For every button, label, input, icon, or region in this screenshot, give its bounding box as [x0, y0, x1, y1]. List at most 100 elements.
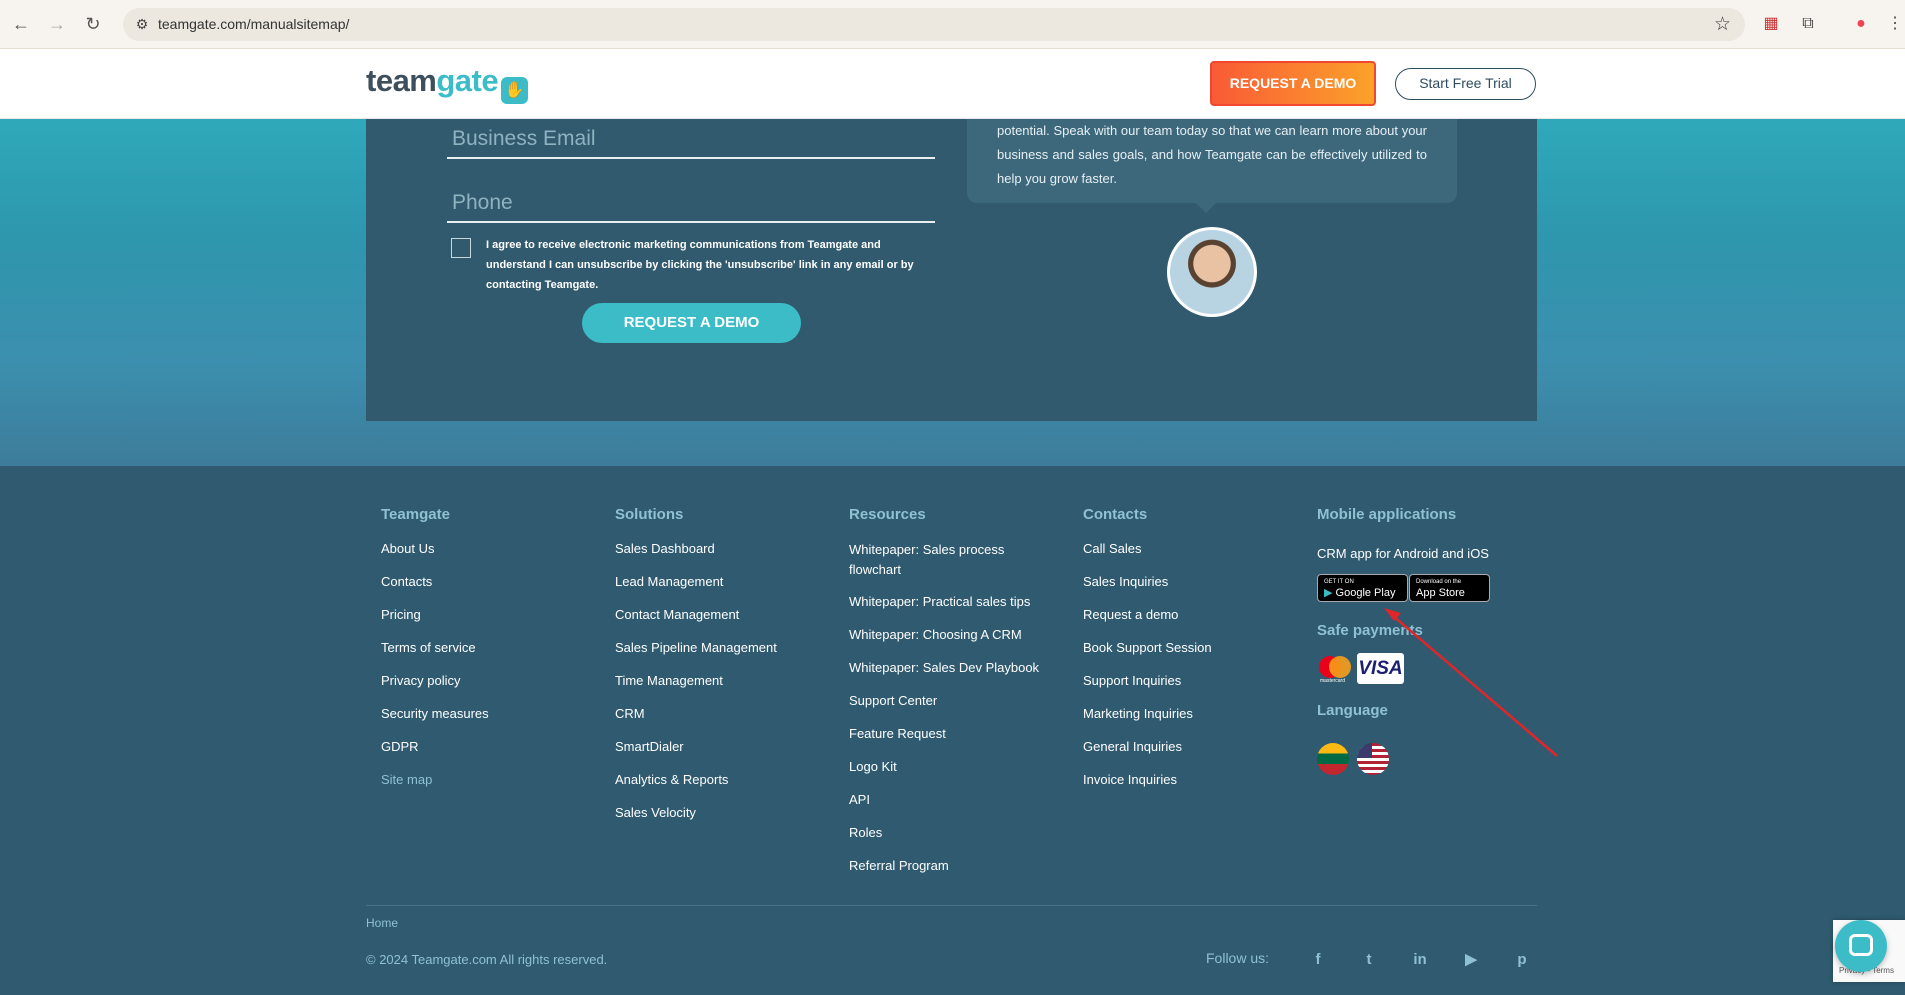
puzzle-icon[interactable]: ⧉ — [1797, 13, 1819, 35]
app-store-text: App Store — [1416, 587, 1465, 599]
business-email-input[interactable] — [447, 127, 935, 157]
payment-logos: mastercard VISA — [1317, 653, 1547, 684]
twitter-icon[interactable]: t — [1359, 950, 1379, 970]
footer-heading: Language — [1317, 702, 1388, 719]
logo-text-right: gate — [436, 63, 499, 98]
footer-column-mobile: Mobile applications CRM app for Android … — [1317, 506, 1547, 775]
footer-heading: Contacts — [1083, 506, 1148, 523]
footer-link-pipeline-management[interactable]: Sales Pipeline Management — [615, 639, 777, 656]
footer-link-crm[interactable]: CRM — [615, 705, 777, 722]
breadcrumb-home-link[interactable]: Home — [366, 916, 398, 930]
footer-link-time-management[interactable]: Time Management — [615, 672, 777, 689]
footer-link-sales-dashboard[interactable]: Sales Dashboard — [615, 540, 777, 557]
browser-toolbar: ← → ↻ ⚙ teamgate.com/manualsitemap/ ☆ ▦ … — [0, 0, 1905, 49]
footer-link-gdpr[interactable]: GDPR — [381, 738, 489, 755]
footer-link-marketing-inquiries[interactable]: Marketing Inquiries — [1083, 705, 1212, 722]
footer-column-resources: Resources Whitepaper: Sales process flow… — [849, 506, 1049, 890]
demo-section: I agree to receive electronic marketing … — [0, 119, 1905, 466]
footer-link-wp-playbook[interactable]: Whitepaper: Sales Dev Playbook — [849, 659, 1049, 676]
mastercard-icon: mastercard — [1317, 654, 1353, 684]
extension-icon[interactable]: ▦ — [1760, 13, 1782, 35]
footer-link-privacy[interactable]: Privacy policy — [381, 672, 489, 689]
footer-link-support-inquiries[interactable]: Support Inquiries — [1083, 672, 1212, 689]
footer-link-lead-management[interactable]: Lead Management — [615, 573, 777, 590]
footer-link-request-demo[interactable]: Request a demo — [1083, 606, 1212, 623]
speech-bubble: potential. Speak with our team today so … — [967, 119, 1457, 203]
footer-heading: Solutions — [615, 506, 684, 523]
footer-column-solutions: Solutions Sales Dashboard Lead Managemen… — [615, 506, 777, 837]
footer-heading: Resources — [849, 506, 926, 523]
footer-link-call-sales[interactable]: Call Sales — [1083, 540, 1212, 557]
footer-link-invoice-inquiries[interactable]: Invoice Inquiries — [1083, 771, 1212, 788]
phone-field — [447, 191, 935, 223]
forward-icon[interactable]: → — [46, 13, 68, 35]
start-free-trial-button[interactable]: Start Free Trial — [1395, 68, 1536, 100]
facebook-icon[interactable]: f — [1308, 950, 1328, 970]
mobile-apps-subtitle: CRM app for Android and iOS — [1317, 546, 1489, 561]
copyright-text: © 2024 Teamgate.com All rights reserved. — [366, 952, 608, 967]
footer-link-site-map[interactable]: Site map — [381, 771, 489, 788]
reload-icon[interactable]: ↻ — [82, 13, 104, 35]
footer-link-referral[interactable]: Referral Program — [849, 857, 1049, 874]
footer-link-smartdialer[interactable]: SmartDialer — [615, 738, 777, 755]
chat-launcher-button[interactable] — [1835, 920, 1887, 972]
footer-link-feature-request[interactable]: Feature Request — [849, 725, 1049, 742]
pinterest-icon[interactable]: p — [1512, 950, 1532, 970]
consent-checkbox[interactable] — [451, 238, 471, 258]
site-header: teamgate ✋ REQUEST A DEMO Start Free Tria… — [0, 49, 1905, 119]
footer-heading: Safe payments — [1317, 622, 1423, 639]
footer-link-sales-velocity[interactable]: Sales Velocity — [615, 804, 777, 821]
business-email-field — [447, 127, 935, 159]
footer-divider — [366, 905, 1537, 906]
language-flags — [1317, 743, 1547, 775]
footer-link-wp-crm[interactable]: Whitepaper: Choosing A CRM — [849, 626, 1049, 643]
footer-link-wp-tips[interactable]: Whitepaper: Practical sales tips — [849, 593, 1049, 610]
footer-link-contacts[interactable]: Contacts — [381, 573, 489, 590]
play-triangle-icon: ▶ — [1324, 587, 1333, 599]
request-demo-submit-button[interactable]: REQUEST A DEMO — [582, 303, 801, 343]
speech-bubble-tail — [1196, 203, 1216, 213]
lithuania-flag-icon[interactable] — [1317, 743, 1349, 775]
request-demo-header-button[interactable]: REQUEST A DEMO — [1210, 61, 1376, 106]
phone-input[interactable] — [447, 191, 935, 221]
sales-rep-avatar — [1167, 227, 1257, 317]
teamgate-logo[interactable]: teamgate ✋ — [366, 63, 529, 104]
demo-form-panel: I agree to receive electronic marketing … — [366, 119, 1537, 421]
footer-link-roles[interactable]: Roles — [849, 824, 1049, 841]
footer-heading: Teamgate — [381, 506, 450, 523]
linkedin-icon[interactable]: in — [1410, 950, 1430, 970]
logo-hand-icon: ✋ — [501, 77, 529, 104]
footer-link-sales-inquiries[interactable]: Sales Inquiries — [1083, 573, 1212, 590]
footer-link-api[interactable]: API — [849, 791, 1049, 808]
usa-flag-icon[interactable] — [1357, 743, 1389, 775]
bookmark-star-icon[interactable]: ☆ — [1714, 13, 1731, 36]
visa-icon: VISA — [1357, 653, 1404, 684]
back-icon[interactable]: ← — [10, 13, 32, 35]
footer-heading: Mobile applications — [1317, 506, 1457, 523]
footer-link-wp-flowchart[interactable]: Whitepaper: Sales process flowchart — [849, 540, 1049, 580]
chat-bubble-icon — [1849, 934, 1873, 956]
footer-link-support-center[interactable]: Support Center — [849, 692, 1049, 709]
address-bar[interactable]: ⚙ teamgate.com/manualsitemap/ ☆ — [123, 8, 1745, 41]
footer-link-book-support[interactable]: Book Support Session — [1083, 639, 1212, 656]
store-badges: GET IT ON ▶ Google Play Download on the … — [1317, 574, 1547, 602]
menu-kebab-icon[interactable]: ⋮ — [1884, 13, 1905, 35]
footer-link-pricing[interactable]: Pricing — [381, 606, 489, 623]
google-play-text: Google Play — [1335, 587, 1396, 599]
consent-text: I agree to receive electronic marketing … — [486, 239, 914, 291]
footer-link-terms[interactable]: Terms of service — [381, 639, 489, 656]
footer-link-general-inquiries[interactable]: General Inquiries — [1083, 738, 1212, 755]
footer-link-contact-management[interactable]: Contact Management — [615, 606, 777, 623]
profile-icon[interactable]: ● — [1850, 13, 1872, 35]
footer-link-about-us[interactable]: About Us — [381, 540, 489, 557]
footer-link-analytics[interactable]: Analytics & Reports — [615, 771, 777, 788]
site-info-icon[interactable]: ⚙ — [133, 15, 151, 33]
site-footer: Teamgate About Us Contacts Pricing Terms… — [0, 466, 1905, 995]
youtube-icon[interactable]: ▶ — [1461, 950, 1481, 970]
app-store-badge[interactable]: Download on the App Store — [1409, 574, 1490, 602]
footer-column-teamgate: Teamgate About Us Contacts Pricing Terms… — [381, 506, 489, 804]
footer-link-logo-kit[interactable]: Logo Kit — [849, 758, 1049, 775]
google-play-badge[interactable]: GET IT ON ▶ Google Play — [1317, 574, 1408, 602]
footer-link-security[interactable]: Security measures — [381, 705, 489, 722]
logo-text-left: team — [366, 63, 437, 98]
